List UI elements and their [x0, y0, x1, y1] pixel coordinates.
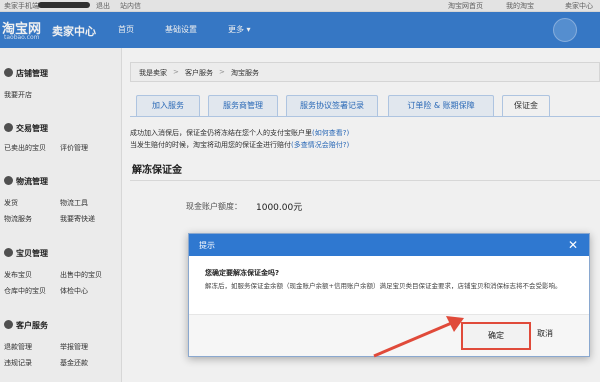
close-icon[interactable]: ✕ — [565, 237, 581, 253]
dialog-title: 提示 — [199, 241, 215, 250]
red-arrow-annotation — [373, 316, 464, 358]
cancel-button[interactable]: 取消 — [537, 328, 553, 339]
arrow-shaft — [373, 320, 455, 358]
dialog-message: 解冻后，如服务保证金余额（现金账户余额+信用账户余额）满足宝贝类目保证金要求，店… — [205, 282, 562, 290]
dialog-question: 您确定要解冻保证金吗? — [205, 269, 280, 277]
confirm-button[interactable]: 确定 — [461, 322, 531, 350]
dialog-header: 提示 ✕ — [189, 234, 589, 256]
